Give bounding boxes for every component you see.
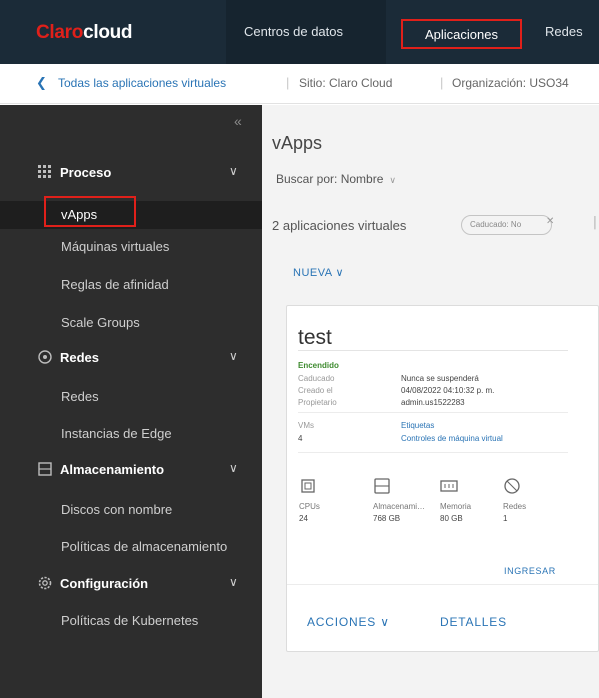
detail-value: admin.us1522283 — [401, 398, 465, 407]
sidebar-item-reglas-de-afinidad[interactable]: Reglas de afinidad — [0, 271, 262, 299]
storage-icon — [374, 478, 390, 494]
resource-value: 768 GB — [373, 514, 401, 523]
memory-icon — [440, 480, 458, 492]
vapp-card-title[interactable]: test — [298, 326, 332, 350]
tags-link[interactable]: Etiquetas — [401, 421, 434, 430]
highlight-box — [44, 196, 136, 227]
sidebar-item-redes[interactable]: Redes — [0, 383, 262, 411]
sidebar-item-discos-con-nombre[interactable]: Discos con nombre — [0, 496, 262, 524]
chevron-down-icon: ∨ — [389, 175, 396, 185]
actions-dropdown-button[interactable]: ACCIONES ∨ — [307, 615, 390, 629]
sidebar-section-label: Proceso — [60, 165, 112, 180]
actions-label: ACCIONES — [307, 615, 377, 629]
resource-label: CPUs — [299, 502, 320, 511]
vm-controls-link[interactable]: Controles de máquina virtual — [401, 434, 503, 443]
chevron-down-icon: ∨ — [229, 349, 238, 363]
chevron-down-icon: ∨ — [229, 461, 238, 475]
resource-label: Almacenamiento — [373, 502, 428, 511]
breadcrumb-all-vapps-link[interactable]: Todas las aplicaciones virtuales — [58, 76, 226, 90]
sidebar-item-politicas-de-almacenamiento[interactable]: Políticas de almacenamiento — [0, 533, 262, 561]
overflow-indicator: │ — [592, 217, 599, 229]
sidebar-item-label: Máquinas virtuales — [61, 239, 170, 254]
network-icon — [504, 478, 520, 494]
gear-icon — [38, 576, 52, 590]
vapps-count: 2 aplicaciones virtuales — [272, 218, 407, 233]
network-icon — [38, 350, 52, 364]
page-title: vApps — [272, 133, 323, 153]
search-by-label: Buscar por: Nombre — [276, 172, 384, 186]
cpu-icon — [301, 479, 315, 493]
logo-brand: Claro — [36, 22, 84, 43]
new-button[interactable]: NUEVA ∨ — [293, 266, 344, 279]
sidebar-section-almacenamiento[interactable]: Almacenamiento ∨ — [0, 457, 262, 483]
tab-centros-de-datos[interactable]: Centros de datos — [226, 0, 386, 64]
top-nav-bar: Clarocloud Centros de datos Aplicaciones… — [0, 0, 599, 64]
sidebar-section-label: Configuración — [60, 576, 149, 591]
resource-value: 1 — [503, 514, 508, 523]
sidebar-item-label: Redes — [61, 389, 99, 404]
sidebar-section-proceso[interactable]: Proceso ∨ — [0, 160, 262, 186]
breadcrumb-organization: Organización: USO34 — [452, 76, 569, 90]
resource-value: 24 — [299, 514, 308, 523]
sidebar-section-redes[interactable]: Redes ∨ — [0, 345, 262, 371]
search-by-dropdown[interactable]: Buscar por: Nombre ∨ — [276, 172, 396, 186]
detail-label: Propietario — [298, 398, 337, 407]
detail-label: Creado el — [298, 386, 333, 395]
sidebar-item-label: Instancias de Edge — [61, 426, 172, 441]
sidebar-item-instancias-de-edge[interactable]: Instancias de Edge — [0, 420, 262, 448]
vapp-card: test Encendido Caducado Nunca se suspend… — [286, 305, 599, 652]
claro-cloud-logo[interactable]: Clarocloud — [36, 22, 133, 44]
sidebar-item-label: Scale Groups — [61, 315, 140, 330]
vm-count: 4 — [298, 434, 303, 443]
tab-redes[interactable]: Redes — [545, 0, 583, 64]
resource-value: 80 GB — [440, 514, 463, 523]
sidebar-section-configuracion[interactable]: Configuración ∨ — [0, 571, 262, 597]
status-badge: Encendido — [298, 361, 339, 370]
logo-product: cloud — [83, 22, 133, 43]
resource-label: Memoria — [440, 502, 472, 511]
sidebar-item-label: Reglas de afinidad — [61, 277, 169, 292]
divider — [298, 452, 568, 453]
sidebar: « Proceso ∨ vApps Máquinas virtuales Reg… — [0, 105, 262, 698]
detail-label: VMs — [298, 421, 314, 430]
divider — [298, 412, 568, 413]
main-content: vApps Buscar por: Nombre ∨ 2 aplicaciones… — [262, 105, 599, 698]
ingresar-button[interactable]: INGRESAR — [504, 566, 556, 576]
chevron-down-icon: ∨ — [380, 615, 390, 629]
resource-label: Redes — [503, 502, 527, 511]
tab-aplicaciones[interactable]: Aplicaciones — [401, 19, 522, 49]
chevron-down-icon: ∨ — [335, 267, 345, 279]
detail-value: 04/08/2022 04:10:32 p. m. — [401, 386, 495, 395]
close-icon[interactable]: ✕ — [546, 216, 554, 227]
breadcrumb-divider: | — [286, 75, 290, 90]
sidebar-item-label: Políticas de Kubernetes — [61, 613, 199, 628]
divider — [287, 584, 598, 585]
sidebar-item-politicas-de-kubernetes[interactable]: Políticas de Kubernetes — [0, 607, 262, 635]
sidebar-section-label: Almacenamiento — [60, 462, 165, 477]
grid-icon — [38, 165, 51, 178]
divider — [298, 350, 568, 351]
detail-value: Nunca se suspenderá — [401, 374, 479, 383]
sidebar-item-maquinas-virtuales[interactable]: Máquinas virtuales — [0, 233, 262, 261]
filter-pill[interactable]: Caducado: No — [461, 215, 552, 235]
details-button[interactable]: DETALLES — [440, 615, 507, 629]
breadcrumb-site: Sitio: Claro Cloud — [299, 76, 393, 90]
breadcrumb-divider: | — [440, 75, 444, 90]
chevron-down-icon: ∨ — [229, 575, 238, 589]
breadcrumb: ❮ Todas las aplicaciones virtuales | Sit… — [0, 64, 599, 104]
double-chevron-left-icon[interactable]: « — [234, 113, 242, 129]
filter-pill-label: Caducado: No — [470, 220, 522, 229]
sidebar-item-scale-groups[interactable]: Scale Groups — [0, 309, 262, 337]
storage-icon — [38, 462, 52, 476]
sidebar-item-label: Discos con nombre — [61, 502, 173, 517]
chevron-down-icon: ∨ — [229, 164, 238, 178]
new-button-label: NUEVA — [293, 267, 332, 279]
sidebar-item-label: Políticas de almacenamiento — [61, 539, 228, 554]
detail-label: Caducado — [298, 374, 335, 383]
sidebar-section-label: Redes — [60, 350, 100, 365]
chevron-left-icon[interactable]: ❮ — [36, 75, 47, 91]
